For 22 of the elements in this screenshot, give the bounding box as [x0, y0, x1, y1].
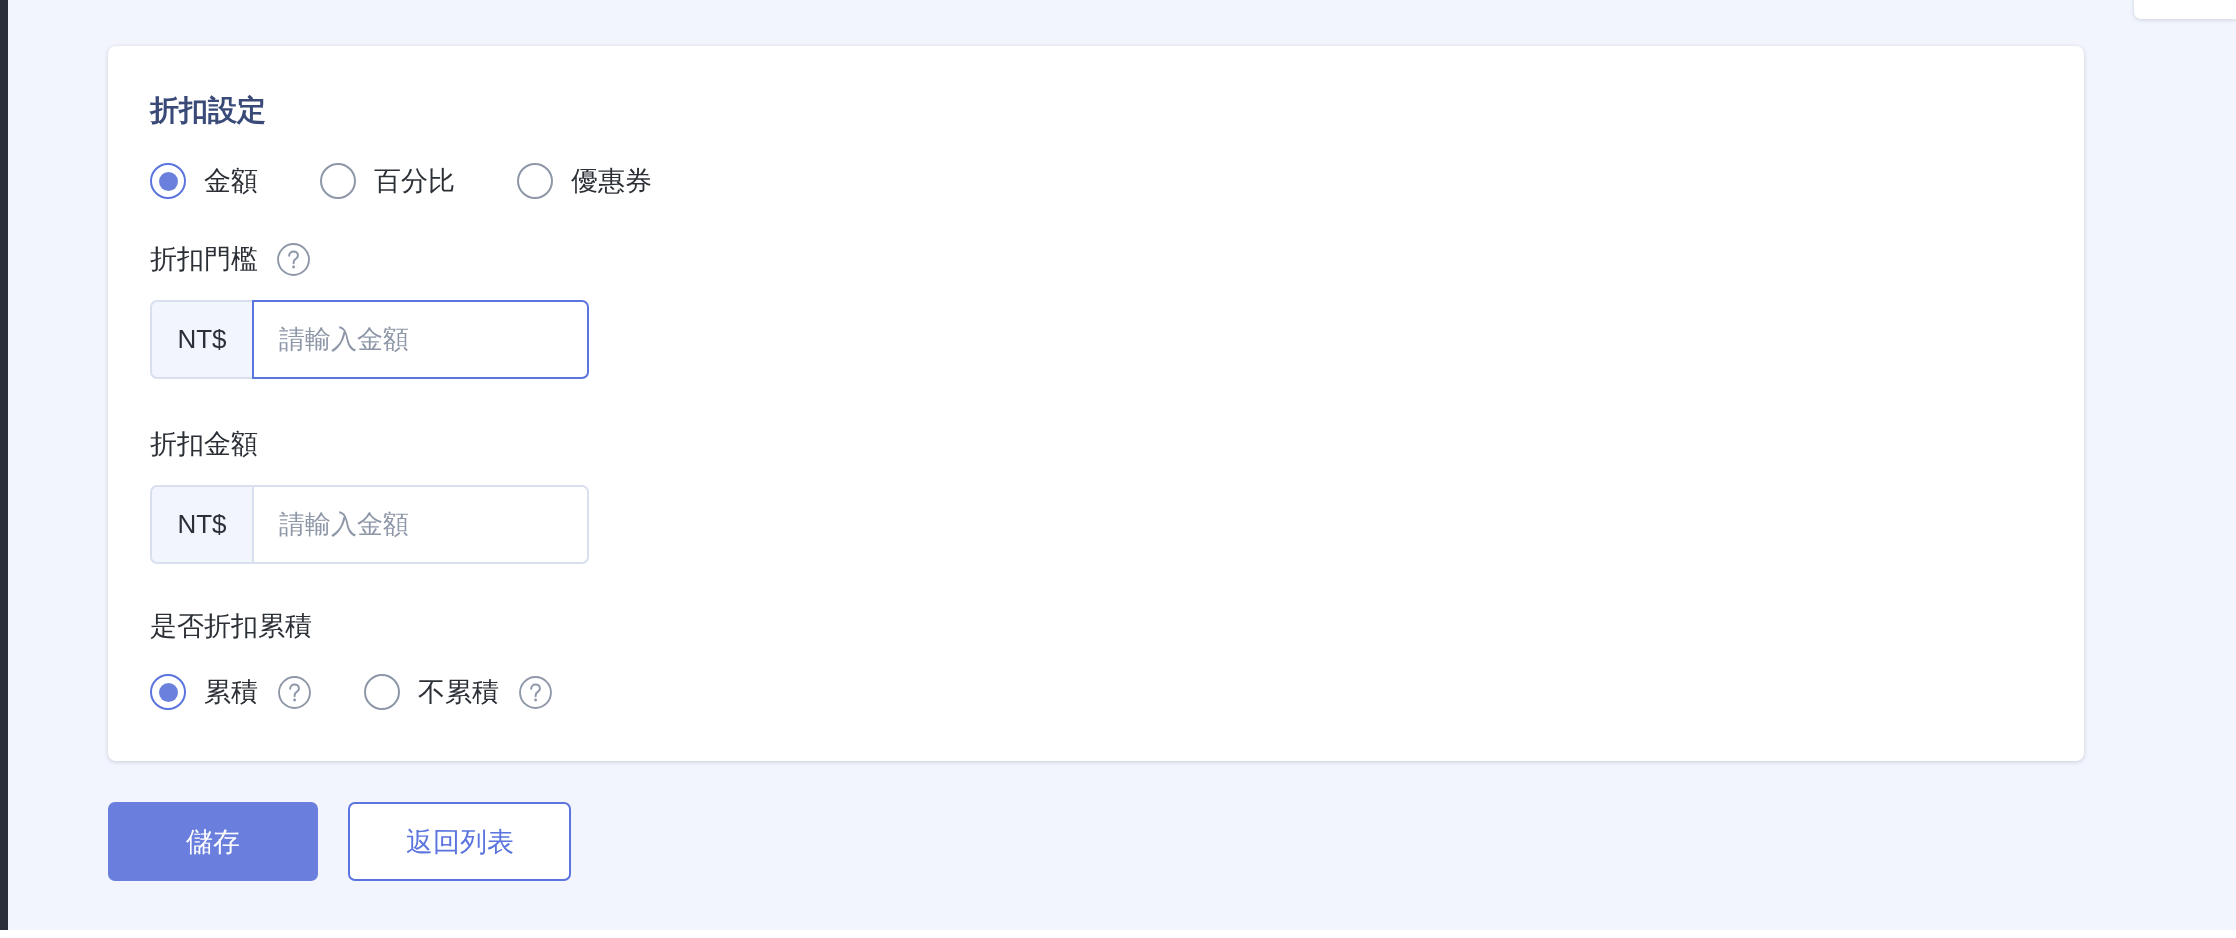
radio-button[interactable]	[517, 163, 553, 199]
radio-label[interactable]: 金額	[204, 164, 258, 198]
help-icon[interactable]	[519, 675, 552, 709]
save-button[interactable]: 儲存	[108, 802, 318, 881]
section-title: 折扣設定	[150, 94, 266, 126]
radio-label[interactable]: 不累積	[418, 675, 499, 709]
field-label: 折扣門檻	[150, 243, 258, 276]
radio-button[interactable]	[150, 163, 186, 199]
back-button[interactable]: 返回列表	[348, 802, 571, 881]
currency-prefix: NT$	[150, 300, 252, 379]
field-label: 是否折扣累積	[150, 610, 312, 643]
help-icon[interactable]	[278, 675, 311, 709]
currency-prefix: NT$	[150, 485, 252, 564]
radio-label[interactable]: 累積	[204, 675, 258, 709]
radio-button[interactable]	[364, 674, 400, 710]
amount-input[interactable]: 請輸入金額	[252, 300, 589, 379]
radio-label[interactable]: 優惠券	[571, 164, 652, 198]
help-icon[interactable]	[277, 242, 310, 276]
radio-button[interactable]	[320, 163, 356, 199]
radio-label[interactable]: 百分比	[374, 164, 455, 198]
radio-button[interactable]	[150, 674, 186, 710]
field-label: 折扣金額	[150, 428, 258, 461]
